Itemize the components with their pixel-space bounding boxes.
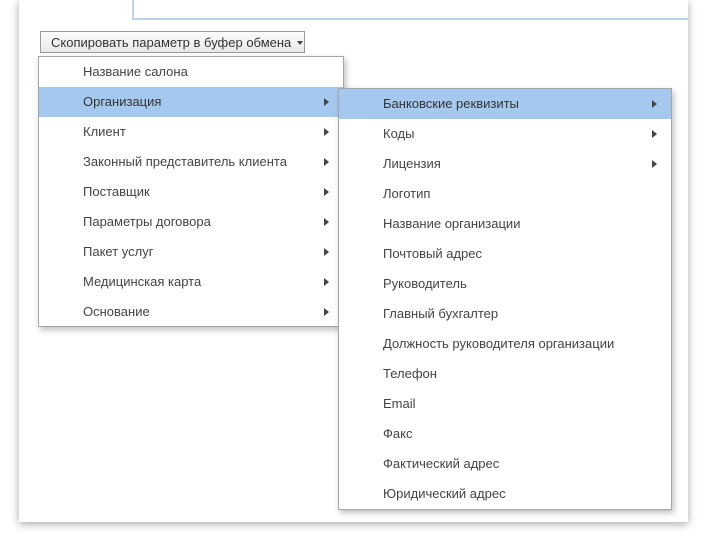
text-field[interactable] (132, 0, 688, 20)
menu-item-label: Поставщик (83, 184, 150, 199)
submenu-item-email[interactable]: Email (339, 389, 671, 419)
menu-item-label: Название организации (383, 216, 521, 231)
menu-item-label: Коды (383, 126, 415, 141)
menu-item-service-package[interactable]: Пакет услуг (39, 237, 343, 267)
menu-item-label: Медицинская карта (83, 274, 202, 289)
copy-parameter-button-label: Скопировать параметр в буфер обмена (51, 34, 292, 50)
menu-item-label: Лицензия (383, 156, 441, 171)
menu-item-label: Должность руководителя организации (383, 336, 615, 351)
submenu-item-fax[interactable]: Факс (339, 419, 671, 449)
menu-item-basis[interactable]: Основание (39, 297, 343, 327)
chevron-right-icon (324, 218, 329, 226)
submenu-item-chief-accountant[interactable]: Главный бухгалтер (339, 299, 671, 329)
menu-item-contract-parameters[interactable]: Параметры договора (39, 207, 343, 237)
submenu-item-director-position[interactable]: Должность руководителя организации (339, 329, 671, 359)
chevron-right-icon (324, 248, 329, 256)
chevron-right-icon (652, 130, 657, 138)
chevron-right-icon (652, 160, 657, 168)
menu-item-label: Основание (83, 304, 150, 319)
menu-item-label: Логотип (383, 186, 431, 201)
menu-item-label: Название салона (83, 64, 188, 79)
menu-item-label: Законный представитель клиента (83, 154, 287, 169)
chevron-right-icon (324, 158, 329, 166)
menu-item-label: Почтовый адрес (383, 246, 482, 261)
menu-item-label: Юридический адрес (383, 486, 506, 501)
menu-item-label: Телефон (383, 366, 437, 381)
submenu-item-organization-name[interactable]: Название организации (339, 209, 671, 239)
submenu-item-bank-details[interactable]: Банковские реквизиты (339, 89, 671, 119)
menu-item-label: Email (383, 396, 416, 411)
submenu-item-postal-address[interactable]: Почтовый адрес (339, 239, 671, 269)
submenu-item-license[interactable]: Лицензия (339, 149, 671, 179)
menu-item-label: Главный бухгалтер (383, 306, 499, 321)
submenu-item-logo[interactable]: Логотип (339, 179, 671, 209)
chevron-right-icon (324, 278, 329, 286)
menu-item-supplier[interactable]: Поставщик (39, 177, 343, 207)
submenu-item-legal-address[interactable]: Юридический адрес (339, 479, 671, 509)
chevron-down-icon (297, 41, 304, 45)
parameter-menu: Название салона Организация Клиент Закон… (38, 56, 344, 327)
chevron-right-icon (652, 100, 657, 108)
menu-item-label: Руководитель (383, 276, 467, 291)
menu-item-label: Фактический адрес (383, 456, 500, 471)
chevron-right-icon (324, 98, 329, 106)
menu-item-label: Клиент (83, 124, 126, 139)
menu-item-label: Факс (383, 426, 413, 441)
menu-item-client[interactable]: Клиент (39, 117, 343, 147)
menu-item-label: Параметры договора (83, 214, 211, 229)
chevron-right-icon (324, 308, 329, 316)
menu-item-label: Пакет услуг (83, 244, 154, 259)
chevron-right-icon (324, 128, 329, 136)
menu-item-organization[interactable]: Организация (39, 87, 343, 117)
chevron-right-icon (324, 188, 329, 196)
organization-submenu: Банковские реквизиты Коды Лицензия Логот… (338, 88, 672, 510)
menu-item-medical-card[interactable]: Медицинская карта (39, 267, 343, 297)
menu-item-legal-representative[interactable]: Законный представитель клиента (39, 147, 343, 177)
menu-item-salon-name[interactable]: Название салона (39, 57, 343, 87)
submenu-item-phone[interactable]: Телефон (339, 359, 671, 389)
menu-item-label: Банковские реквизиты (383, 96, 519, 111)
submenu-item-director[interactable]: Руководитель (339, 269, 671, 299)
copy-parameter-button[interactable]: Скопировать параметр в буфер обмена (40, 31, 305, 53)
submenu-item-actual-address[interactable]: Фактический адрес (339, 449, 671, 479)
submenu-item-codes[interactable]: Коды (339, 119, 671, 149)
menu-item-label: Организация (83, 94, 162, 109)
